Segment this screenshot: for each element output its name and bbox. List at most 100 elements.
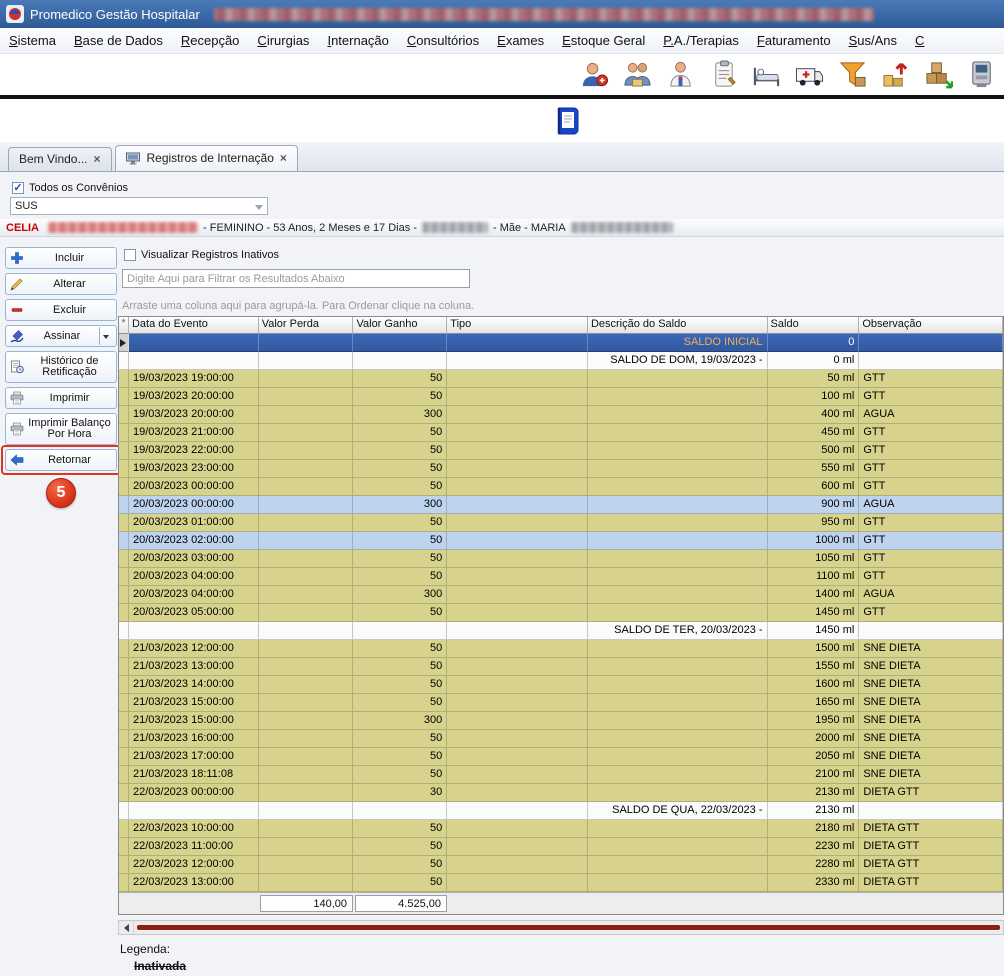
cell-valor-perda xyxy=(259,622,354,640)
chevron-down-icon[interactable] xyxy=(255,205,263,210)
cell-tipo xyxy=(447,388,588,406)
scrollbar-thumb[interactable] xyxy=(137,925,1000,930)
table-row[interactable]: 20/03/2023 00:00:00300900 mlAGUA xyxy=(119,496,1003,514)
table-row[interactable]: 22/03/2023 13:00:00502330 mlDIETA GTT xyxy=(119,874,1003,892)
table-row[interactable]: 20/03/2023 01:00:0050950 mlGTT xyxy=(119,514,1003,532)
checkbox-icon[interactable] xyxy=(124,249,136,261)
column-header-observacao[interactable]: Observação xyxy=(859,317,1003,334)
table-row[interactable]: 19/03/2023 20:00:0050100 mlGTT xyxy=(119,388,1003,406)
table-row[interactable]: 19/03/2023 22:00:0050500 mlGTT xyxy=(119,442,1003,460)
menu-item-p-a-terapias[interactable]: P.A./Terapias xyxy=(654,29,748,52)
incluir-button[interactable]: Incluir xyxy=(5,247,117,269)
table-row[interactable]: 21/03/2023 16:00:00502000 mlSNE DIETA xyxy=(119,730,1003,748)
cell-observacao: SNE DIETA xyxy=(859,694,1003,712)
cell-tipo xyxy=(447,640,588,658)
table-row[interactable]: SALDO INICIAL0 xyxy=(119,334,1003,352)
workstation-icon[interactable] xyxy=(964,57,998,91)
visualizar-inativos-checkbox[interactable]: Visualizar Registros Inativos xyxy=(124,249,279,261)
reception-icon[interactable] xyxy=(620,57,654,91)
imprimir-balanco-por-hora-button[interactable]: Imprimir Balanço Por Hora xyxy=(5,413,117,445)
table-row[interactable]: 21/03/2023 17:00:00502050 mlSNE DIETA xyxy=(119,748,1003,766)
button-label: Histórico de Retificação xyxy=(27,356,112,378)
cell-tipo xyxy=(447,820,588,838)
table-row[interactable]: 20/03/2023 05:00:00501450 mlGTT xyxy=(119,604,1003,622)
menu-item-internacao[interactable]: Internação xyxy=(318,29,397,52)
checkbox-icon[interactable]: ✓ xyxy=(12,182,24,194)
column-header-descricao-do-saldo[interactable]: Descrição do Saldo xyxy=(588,317,768,334)
medical-staff-icon[interactable] xyxy=(663,57,697,91)
menu-item-cirurgias[interactable]: Cirurgias xyxy=(248,29,318,52)
ambulance-icon[interactable] xyxy=(792,57,826,91)
filter-input[interactable] xyxy=(122,269,470,288)
dropdown-arrow-icon[interactable] xyxy=(99,327,112,345)
cell-saldo: 2130 ml xyxy=(768,802,860,820)
patient-search-icon[interactable] xyxy=(577,57,611,91)
hospital-bed-icon[interactable] xyxy=(749,57,783,91)
cell-valor-ganho: 50 xyxy=(353,532,447,550)
medical-records-icon[interactable] xyxy=(706,57,740,91)
table-row[interactable]: SALDO DE DOM, 19/03/2023 -0 ml xyxy=(119,352,1003,370)
column-header-tipo[interactable]: Tipo xyxy=(447,317,588,334)
menu-item-exames[interactable]: Exames xyxy=(488,29,553,52)
menu-item-sus-ans[interactable]: Sus/Ans xyxy=(840,29,906,52)
table-row[interactable]: 21/03/2023 15:00:00501650 mlSNE DIETA xyxy=(119,694,1003,712)
agenda-book-icon[interactable] xyxy=(551,104,585,138)
todos-convenios-checkbox[interactable]: ✓ Todos os Convênios xyxy=(12,182,128,194)
stock-funnel-icon[interactable] xyxy=(835,57,869,91)
cell-saldo: 0 ml xyxy=(768,352,860,370)
excluir-button[interactable]: Excluir xyxy=(5,299,117,321)
cell-observacao: DIETA GTT xyxy=(859,820,1003,838)
menu-item-consultorios[interactable]: Consultórios xyxy=(398,29,488,52)
cell-valor-perda xyxy=(259,514,354,532)
close-icon[interactable]: × xyxy=(93,154,100,164)
column-header-data-do-evento[interactable]: Data do Evento xyxy=(129,317,259,334)
table-row[interactable]: 20/03/2023 00:00:0050600 mlGTT xyxy=(119,478,1003,496)
table-row[interactable]: 22/03/2023 11:00:00502230 mlDIETA GTT xyxy=(119,838,1003,856)
table-row[interactable]: 22/03/2023 10:00:00502180 mlDIETA GTT xyxy=(119,820,1003,838)
tab-registros-internacao[interactable]: Registros de Internação × xyxy=(115,145,298,171)
alterar-button[interactable]: Alterar xyxy=(5,273,117,295)
historico-de-retificacao-button[interactable]: Histórico de Retificação xyxy=(5,351,117,383)
table-row[interactable]: 22/03/2023 00:00:00302130 mlDIETA GTT xyxy=(119,784,1003,802)
table-row[interactable]: 19/03/2023 19:00:005050 mlGTT xyxy=(119,370,1003,388)
imprimir-button[interactable]: Imprimir xyxy=(5,387,117,409)
table-row[interactable]: 20/03/2023 04:00:003001400 mlAGUA xyxy=(119,586,1003,604)
menu-item-sistema[interactable]: Sistema xyxy=(0,29,65,52)
stock-exit-icon[interactable] xyxy=(921,57,955,91)
table-row[interactable]: 20/03/2023 04:00:00501100 mlGTT xyxy=(119,568,1003,586)
column-header-saldo[interactable]: Saldo xyxy=(768,317,860,334)
table-row[interactable]: 19/03/2023 20:00:00300400 mlAGUA xyxy=(119,406,1003,424)
table-row[interactable]: 20/03/2023 03:00:00501050 mlGTT xyxy=(119,550,1003,568)
menu-item-estoque-geral[interactable]: Estoque Geral xyxy=(553,29,654,52)
convenio-select[interactable]: SUS xyxy=(10,197,268,215)
horizontal-scrollbar[interactable] xyxy=(118,920,1004,935)
cell-valor-perda xyxy=(259,352,354,370)
menu-item-base-de-dados[interactable]: Base de Dados xyxy=(65,29,172,52)
table-row[interactable]: 21/03/2023 15:00:003001950 mlSNE DIETA xyxy=(119,712,1003,730)
scroll-left-icon[interactable] xyxy=(119,921,134,934)
column-header-valor-perda[interactable]: Valor Perda xyxy=(259,317,354,334)
table-row[interactable]: 19/03/2023 21:00:0050450 mlGTT xyxy=(119,424,1003,442)
button-label: Assinar xyxy=(27,330,97,342)
table-row[interactable]: SALDO DE QUA, 22/03/2023 -2130 ml xyxy=(119,802,1003,820)
close-icon[interactable]: × xyxy=(280,153,287,163)
table-row[interactable]: 20/03/2023 02:00:00501000 mlGTT xyxy=(119,532,1003,550)
table-row[interactable]: 19/03/2023 23:00:0050550 mlGTT xyxy=(119,460,1003,478)
menu-item-faturamento[interactable]: Faturamento xyxy=(748,29,840,52)
column-header-valor-ganho[interactable]: Valor Ganho xyxy=(353,317,447,334)
table-row[interactable]: 21/03/2023 13:00:00501550 mlSNE DIETA xyxy=(119,658,1003,676)
menu-item-recepcao[interactable]: Recepção xyxy=(172,29,249,52)
menu-item-c[interactable]: C xyxy=(906,29,933,52)
tab-bem-vindo[interactable]: Bem Vindo... × xyxy=(8,147,112,171)
checkbox-label: Visualizar Registros Inativos xyxy=(141,249,279,261)
table-row[interactable]: 22/03/2023 12:00:00502280 mlDIETA GTT xyxy=(119,856,1003,874)
table-row[interactable]: 21/03/2023 18:11:08502100 mlSNE DIETA xyxy=(119,766,1003,784)
tab-strip: Bem Vindo... × Registros de Internação × xyxy=(0,142,1004,172)
table-row[interactable]: SALDO DE TER, 20/03/2023 -1450 ml xyxy=(119,622,1003,640)
retornar-button[interactable]: Retornar xyxy=(5,449,117,471)
table-row[interactable]: 21/03/2023 12:00:00501500 mlSNE DIETA xyxy=(119,640,1003,658)
assinar-button[interactable]: Assinar xyxy=(5,325,117,347)
row-indicator xyxy=(119,874,129,892)
billing-icon[interactable] xyxy=(878,57,912,91)
table-row[interactable]: 21/03/2023 14:00:00501600 mlSNE DIETA xyxy=(119,676,1003,694)
